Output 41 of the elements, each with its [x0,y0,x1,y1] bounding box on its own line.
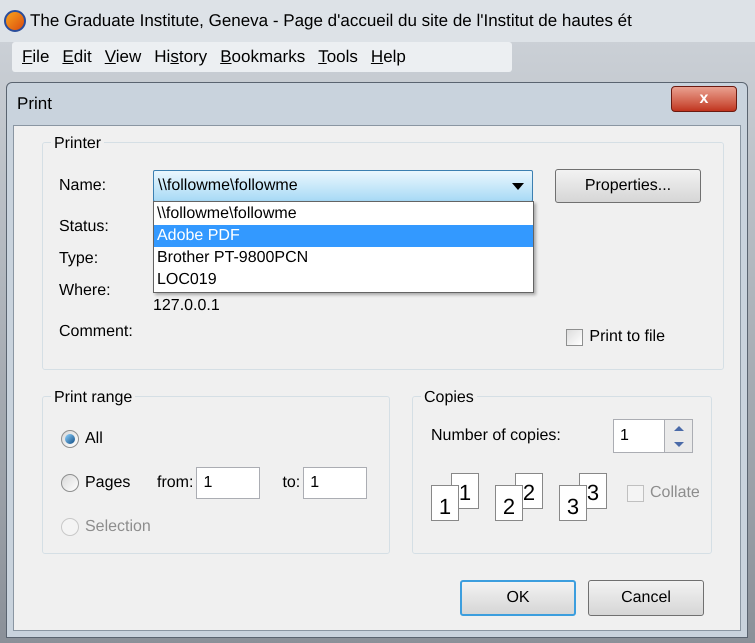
field-label: Type: [59,249,100,269]
menu-item[interactable]: Tools [312,44,364,70]
input-field[interactable]: 1 [196,467,260,499]
checkbox-label: Collate [650,483,700,503]
properties-button[interactable]: Properties... [555,169,701,203]
radio-label: Pages [85,473,132,493]
field-label: to: [282,473,300,493]
field-label: Name: [59,176,108,196]
field-label: Status: [59,217,110,237]
field-label: Number of copies: [431,426,561,446]
caret-icon [512,182,524,190]
menu-item[interactable]: Edit [56,44,98,70]
spin-arrows-icon[interactable] [664,420,692,452]
menu-item[interactable]: View [98,44,148,70]
field-label: Where: [59,281,112,301]
radio-label: All [85,429,104,449]
menu-item[interactable]: History [148,44,214,70]
dialog-button[interactable]: OK [460,580,576,616]
radio-button[interactable] [61,474,79,492]
dialog-button[interactable]: Cancel [588,580,704,616]
dropdown-option[interactable]: Brother PT-9800PCN [154,247,533,269]
globe-icon [4,10,26,32]
printer-dropdown[interactable]: \\followme\followme [153,170,533,202]
field-label: Comment: [59,322,133,342]
copies-spinner[interactable]: 1 [613,419,693,453]
field-label: from: [157,473,194,493]
input-field[interactable]: 1 [303,467,368,499]
menu-item[interactable]: Help [364,44,412,70]
dropdown-value: \\followme\followme [158,176,298,196]
radio-label: Selection [85,517,151,537]
dropdown-option[interactable]: \\followme\followme [154,203,533,225]
window-title: The Graduate Institute, Geneva - Page d'accueil du site de l'Institut de hautes ét [30,10,632,32]
menu-item[interactable]: Bookmarks [214,44,312,70]
checkbox-label: Print to file [589,327,665,347]
dropdown-option[interactable]: LOC019 [154,269,533,291]
dialog-title: Print [17,93,52,116]
menu-item[interactable]: File [16,44,56,70]
radio-button[interactable] [61,430,79,448]
checkbox[interactable] [566,328,584,346]
spinner-value: 1 [619,426,630,446]
field-value: 127.0.0.1 [153,296,220,316]
